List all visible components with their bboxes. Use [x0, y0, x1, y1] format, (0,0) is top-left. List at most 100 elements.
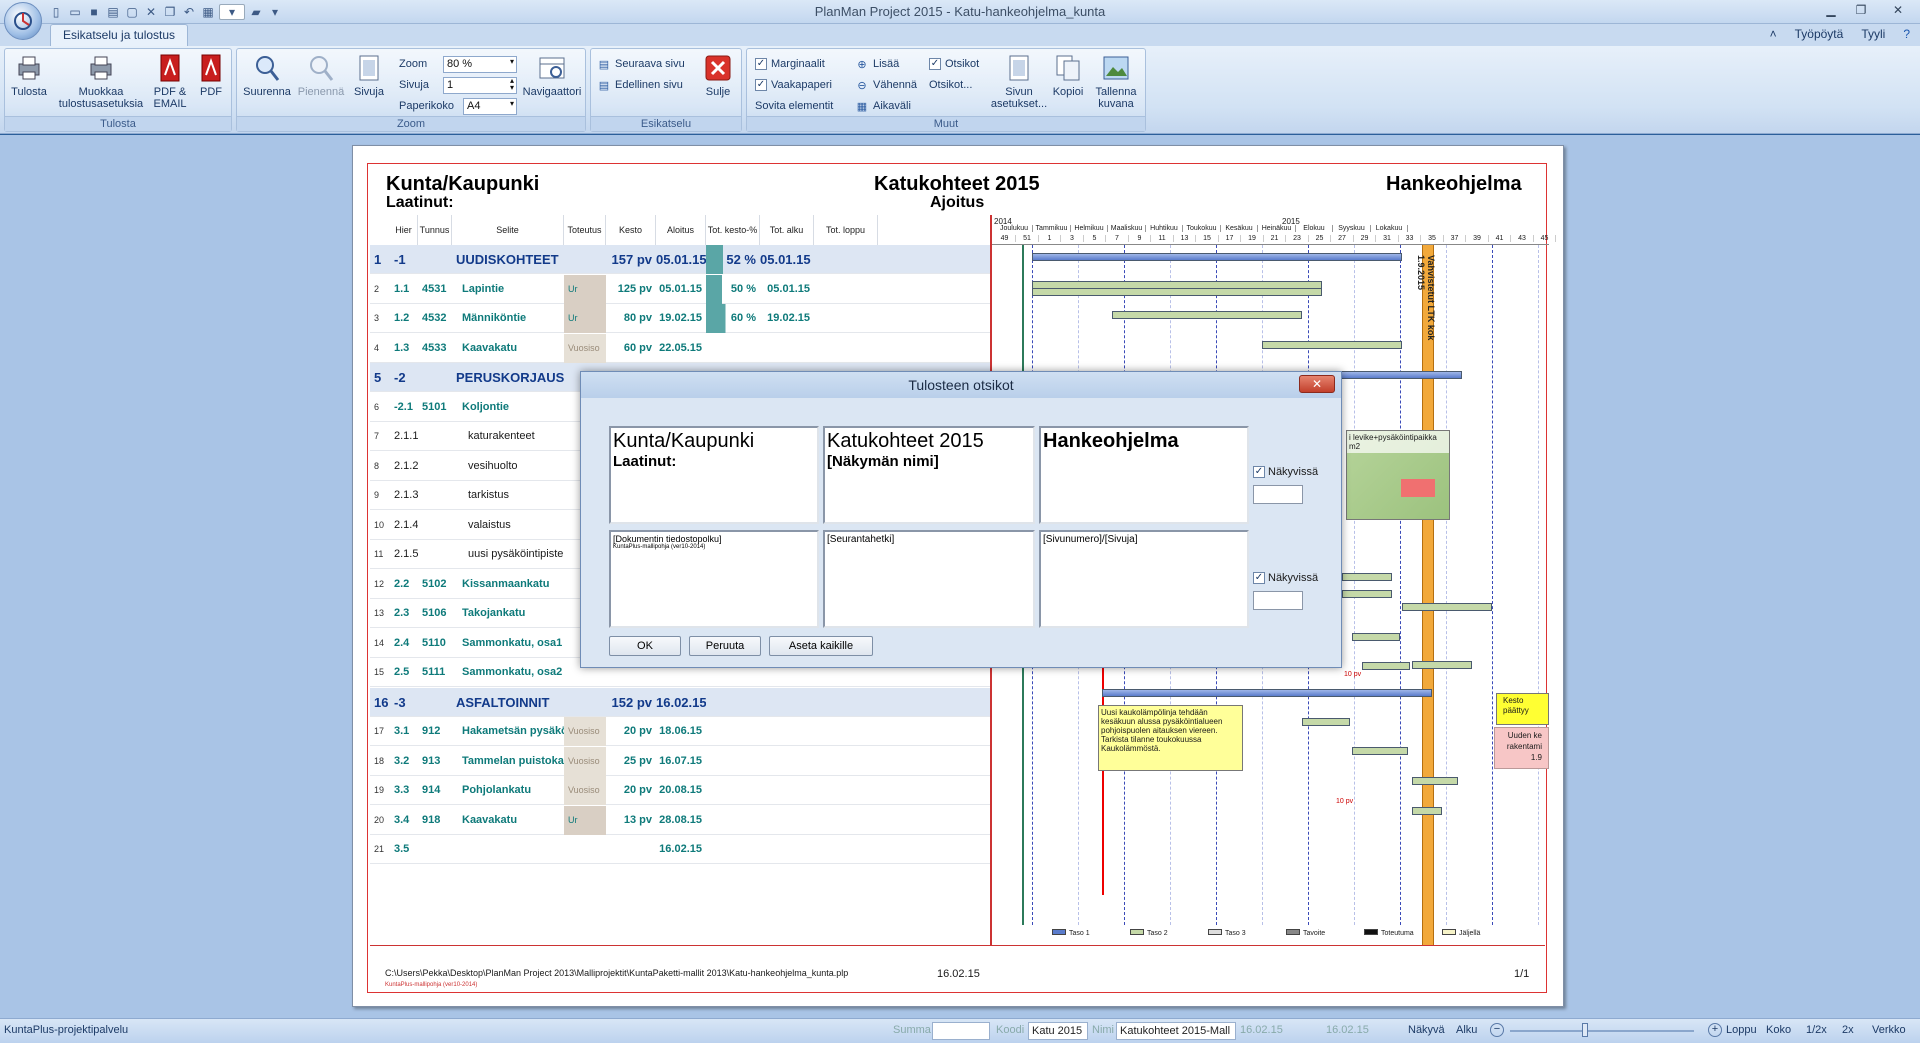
gantt-bar[interactable]	[1342, 573, 1392, 581]
headers-checkbox[interactable]: ✓ Otsikot	[929, 55, 979, 73]
header-visible-checkbox[interactable]: ✓ Näkyvissä	[1253, 466, 1318, 478]
gantt-bar[interactable]	[1262, 341, 1402, 349]
gantt-bar[interactable]	[1402, 603, 1492, 611]
landscape-checkbox[interactable]: ✓ Vaakapaperi	[755, 76, 832, 94]
cell-alku: 05.01.15	[767, 282, 810, 295]
close-preview-button[interactable]: Sulje	[699, 53, 737, 98]
footer-left-textbox[interactable]: [Dokumentin tiedostopolku] KuntaPlus-mal…	[609, 530, 819, 628]
reduce-button[interactable]: ⊖ Vähennä	[855, 76, 917, 94]
footer-height-input[interactable]	[1253, 591, 1303, 610]
gantt-bar[interactable]	[1032, 288, 1322, 296]
note-uuden[interactable]: Uuden ke rakentami 1.9	[1494, 727, 1549, 769]
gantt-bar[interactable]	[1412, 777, 1458, 785]
pages-stepper[interactable]: 1 ▴ ▾	[443, 76, 517, 94]
set-all-button[interactable]: Aseta kaikille	[769, 636, 873, 656]
restore-icon[interactable]: ❐	[1846, 0, 1876, 20]
cell-tunnus: 5101	[422, 400, 447, 413]
navigator-icon	[537, 53, 567, 83]
table-row[interactable]: 1 -1 UUDISKOHTEET 157 pv 05.01.15 52 % 05.01.1…	[370, 245, 990, 274]
fit-elements-button[interactable]: Sovita elementit	[755, 97, 833, 115]
zoom-out-button[interactable]: Pienennä	[295, 53, 347, 98]
gantt-bar[interactable]	[1032, 253, 1402, 261]
footer-visible-checkbox[interactable]: ✓ Näkyvissä	[1253, 572, 1318, 584]
table-row[interactable]: 3 1.2 4532 Männiköntie Ur 80 pv 19.02.15 60 % 19…	[370, 304, 990, 333]
gantt-bar[interactable]	[1412, 807, 1442, 815]
prev-page-button[interactable]: ▤ Edellinen sivu	[597, 76, 683, 94]
gantt-bar[interactable]	[1302, 718, 1350, 726]
week-label: 37	[1444, 235, 1466, 242]
table-row[interactable]: 17 3.1 912 Hakametsän pysäköintialVuosiso 20…	[370, 717, 990, 746]
alku-button[interactable]: Alku	[1456, 1024, 1477, 1036]
pdf-email-button[interactable]: PDF & EMAIL	[149, 53, 191, 110]
nakyva-button[interactable]: Näkyvä	[1408, 1024, 1445, 1036]
gantt-bar[interactable]	[1352, 747, 1408, 755]
next-page-button[interactable]: ▤ Seuraava sivu	[597, 55, 685, 73]
header-left-textbox[interactable]: Kunta/Kaupunki Laatinut:	[609, 426, 819, 524]
page-icon	[354, 53, 384, 83]
double-zoom-button[interactable]: 2x	[1842, 1024, 1854, 1036]
ok-button[interactable]: OK	[609, 636, 681, 656]
pdf-button[interactable]: PDF	[195, 53, 227, 98]
print-settings-button[interactable]: Muokkaa tulostusasetuksia	[51, 53, 151, 110]
gantt-bar[interactable]	[1342, 590, 1392, 598]
table-row[interactable]: 4 1.3 4533 Kaavakatu Vuosiso 60 pv 22.05.15	[370, 333, 990, 363]
menu-tyyli[interactable]: Tyyli	[1861, 27, 1885, 41]
gantt-bar[interactable]	[1102, 689, 1432, 697]
footer-center-textbox[interactable]: [Seurantahetki]	[823, 530, 1035, 628]
footer-right-textbox[interactable]: [Sivunumero]/[Sivuja]	[1039, 530, 1249, 628]
spinner-icon[interactable]: ▴ ▾	[510, 76, 514, 91]
header-right-textbox[interactable]: Hankeohjelma	[1039, 426, 1249, 524]
note-kesto[interactable]: Kesto päättyy	[1496, 693, 1549, 725]
cancel-button[interactable]: Peruuta	[689, 636, 761, 656]
time-range-button[interactable]: ▦ Aikaväli	[855, 97, 911, 115]
cell-kesto: 157 pv	[611, 252, 652, 267]
page-setup-button[interactable]: Sivun asetukset...	[991, 53, 1047, 110]
table-row[interactable]: 20 3.4 918 Kaavakatu Ur 13 pv 28.08.15	[370, 805, 990, 835]
koko-button[interactable]: Koko	[1766, 1024, 1791, 1036]
gantt-bar[interactable]	[1412, 661, 1472, 669]
cell-n: 11	[374, 549, 384, 559]
menu-tyopoyta[interactable]: Työpöytä	[1795, 27, 1844, 41]
table-row[interactable]: 21 3.5 16.02.15	[370, 835, 990, 864]
gantt-bar[interactable]	[1112, 311, 1302, 319]
save-image-button[interactable]: Tallenna kuvana	[1089, 53, 1143, 110]
zoom-plus-icon[interactable]: +	[1708, 1023, 1722, 1037]
dialog-close-button[interactable]: ✕	[1299, 375, 1335, 393]
headers-dialog-button[interactable]: Otsikot...	[929, 76, 972, 94]
note-kaukolampo[interactable]: Uusi kaukolämpölinja tehdään kesäkuun al…	[1098, 705, 1243, 771]
zoom-slider-thumb[interactable]	[1582, 1023, 1588, 1037]
print-button[interactable]: Tulosta	[9, 53, 49, 98]
close-icon[interactable]: ✕	[1876, 0, 1920, 20]
table-row[interactable]: 18 3.2 913 Tammelan puistokatu, allVuosiso 2…	[370, 746, 990, 776]
loppu-button[interactable]: Loppu	[1726, 1024, 1757, 1036]
zoom-slider[interactable]	[1510, 1030, 1694, 1032]
gantt-bar[interactable]	[1362, 662, 1410, 670]
pdf-email-icon	[155, 53, 185, 83]
zoom-select[interactable]: 80 % ▾	[443, 55, 517, 73]
tab-esikatselu[interactable]: Esikatselu ja tulostus	[50, 24, 189, 46]
table-row[interactable]: 16 -3 ASFALTOINNIT 152 pv 16.02.15	[370, 687, 990, 717]
half-zoom-button[interactable]: 1/2x	[1806, 1024, 1827, 1036]
map-thumbnail[interactable]: i levike+pysäköintipaikka m2	[1346, 430, 1450, 520]
table-row[interactable]: 2 1.1 4531 Lapintie Ur 125 pv 05.01.15 50 % 05.0…	[370, 274, 990, 304]
table-row[interactable]: 19 3.3 914 Pohjolankatu Vuosiso 20 pv 20.08.15	[370, 776, 990, 805]
pages-button[interactable]: Sivuja	[349, 53, 389, 98]
zoom-in-button[interactable]: Suurenna	[241, 53, 293, 98]
cell-pct	[706, 747, 760, 776]
week-label: 13	[1174, 235, 1196, 242]
margins-checkbox[interactable]: ✓ Marginaalit	[755, 55, 825, 73]
header-height-input[interactable]	[1253, 485, 1303, 504]
add-button[interactable]: ⊕ Lisää	[855, 55, 899, 73]
verkko-button[interactable]: Verkko	[1872, 1024, 1906, 1036]
help-icon[interactable]: ?	[1903, 27, 1910, 41]
footer-path: C:\Users\Pekka\Desktop\PlanMan Project 2…	[385, 968, 849, 978]
application-menu-button[interactable]	[4, 2, 42, 40]
copy-button[interactable]: Kopioi	[1049, 53, 1087, 98]
navigator-button[interactable]: Navigaattori	[519, 53, 585, 98]
minimize-icon[interactable]: ▁	[1816, 0, 1846, 20]
zoom-minus-icon[interactable]: −	[1490, 1023, 1504, 1037]
collapse-ribbon-icon[interactable]: ˄	[1770, 27, 1777, 41]
gantt-bar[interactable]	[1352, 633, 1400, 641]
header-center-textbox[interactable]: Katukohteet 2015 [Näkymän nimi]	[823, 426, 1035, 524]
paper-size-select[interactable]: A4 ▾	[463, 97, 517, 115]
